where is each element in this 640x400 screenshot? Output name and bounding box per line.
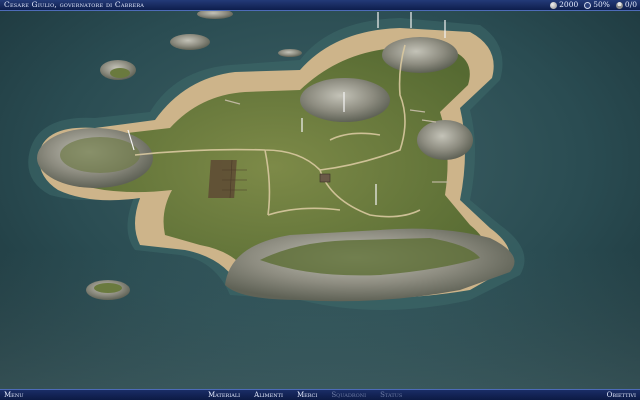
approval-icon <box>584 1 592 9</box>
tab-alimenti[interactable]: Alimenti <box>254 390 283 400</box>
governor-title: Cesare Giulio, governatore di Cabrera <box>4 0 145 9</box>
population-icon <box>615 1 623 9</box>
top-status-bar: Cesare Giulio, governatore di Cabrera 20… <box>0 0 640 11</box>
farm-fields <box>208 160 237 198</box>
game-viewport[interactable] <box>0 0 640 400</box>
settlement-building[interactable] <box>319 173 331 183</box>
objectives-button[interactable]: Obiettivi <box>607 390 636 400</box>
menu-button[interactable]: Menu <box>4 390 23 400</box>
coin-icon <box>550 1 558 9</box>
bottom-menu-bar: Menu Materiali Alimenti Merci Squadroni … <box>0 389 640 400</box>
approval-stat: 50% <box>584 0 610 10</box>
tab-status[interactable]: Status <box>380 390 402 400</box>
money-value: 2000 <box>559 0 579 9</box>
money-stat: 2000 <box>550 0 578 10</box>
rocks-north <box>300 78 390 122</box>
population-value: 0/0 <box>624 0 637 9</box>
tab-merci[interactable]: Merci <box>297 390 317 400</box>
category-tabs: Materiali Alimenti Merci Squadroni Statu… <box>208 390 402 400</box>
tab-materiali[interactable]: Materiali <box>208 390 240 400</box>
population-stat: 0/0 <box>615 0 637 10</box>
tab-squadroni[interactable]: Squadroni <box>331 390 366 400</box>
resource-stats: 2000 50% 0/0 <box>550 0 637 10</box>
approval-value: 50% <box>593 0 610 9</box>
